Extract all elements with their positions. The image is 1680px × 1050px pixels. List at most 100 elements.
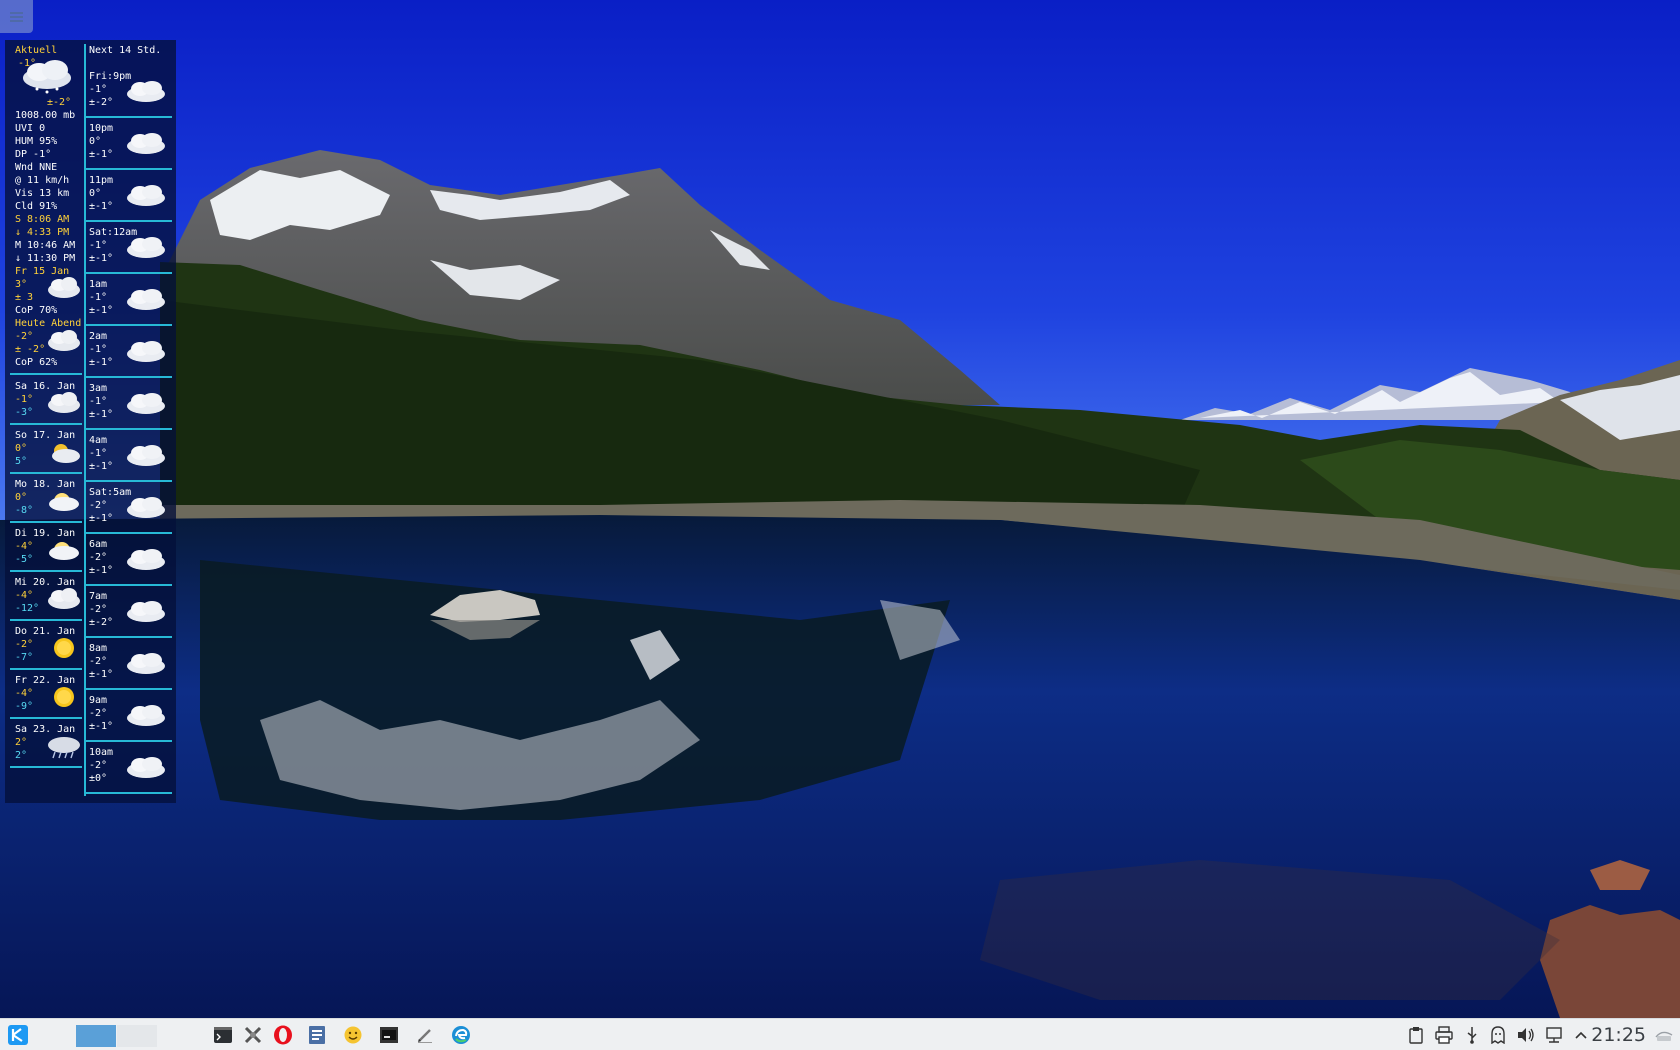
hour-temp: -1° [89, 344, 108, 355]
sun-icon [54, 687, 74, 707]
ghost-tray-item[interactable] [1486, 1019, 1510, 1050]
today-cop: CoP 70% [15, 305, 58, 316]
edge-browser-icon [452, 1026, 470, 1044]
cloud-cover: Cld 91% [15, 201, 58, 212]
cloud-snow-icon [23, 60, 71, 94]
day-high: -2° [15, 639, 34, 650]
usb-icon [1467, 1027, 1477, 1044]
desktop-toolbox-button[interactable] [0, 0, 33, 33]
show-desktop-icon [1655, 1031, 1673, 1041]
hour-temp: -2° [89, 500, 108, 511]
digital-clock[interactable]: 21:25 [1591, 1019, 1646, 1050]
cloud-icon [127, 185, 165, 206]
cloud-icon [127, 237, 165, 258]
day-low: -5° [15, 554, 34, 565]
hour-feels: ±-2° [89, 617, 114, 628]
application-launcher[interactable] [4, 1019, 32, 1050]
sun-icon [54, 638, 74, 658]
dew-point: DP -1° [15, 149, 52, 160]
kde-launcher-icon [8, 1025, 28, 1045]
divider [86, 740, 172, 742]
text-editor-icon [309, 1026, 325, 1044]
day-low: -12° [15, 603, 40, 614]
hour-feels: ±-1° [89, 201, 114, 212]
console-launcher[interactable] [376, 1019, 402, 1050]
day-low: -7° [15, 652, 34, 663]
divider [10, 423, 82, 425]
cloud-icon [127, 133, 165, 154]
usb-tray-item[interactable] [1460, 1019, 1484, 1050]
pencil-launcher[interactable] [412, 1019, 438, 1050]
day-low: -9° [15, 701, 34, 712]
day-high: 2° [15, 737, 28, 748]
day-low: 2° [15, 750, 28, 761]
day-high: -4° [15, 688, 34, 699]
sun-cloud-icon [49, 493, 79, 511]
hour-feels: ±0° [89, 773, 108, 784]
hour-temp: -2° [89, 760, 108, 771]
divider [86, 792, 172, 794]
hourly-header: Next 14 Std. [89, 45, 162, 56]
humidity: HUM 95% [15, 136, 58, 147]
pager-desktop-2[interactable] [117, 1025, 157, 1047]
virtual-desktop-pager[interactable] [35, 1019, 165, 1050]
printer-icon [1435, 1026, 1453, 1044]
hour-feels: ±-1° [89, 721, 114, 732]
divider [10, 570, 82, 572]
today-high: 3° [15, 279, 28, 290]
network-tray-item[interactable] [1542, 1019, 1566, 1050]
divider [10, 619, 82, 621]
volume-icon [1518, 1028, 1534, 1042]
tray-expand-icon [1575, 1031, 1587, 1039]
network-icon [1546, 1027, 1562, 1043]
hour-temp: -1° [89, 292, 108, 303]
hour-time: 4am [89, 435, 108, 446]
hour-feels: ±-1° [89, 461, 114, 472]
cloud-icon [127, 601, 165, 622]
smiley-launcher[interactable] [340, 1019, 366, 1050]
hour-time: 11pm [89, 175, 114, 186]
editor-launcher[interactable] [304, 1019, 330, 1050]
wind-direction: Wnd NNE [15, 162, 58, 173]
cloud-icon [127, 757, 165, 778]
volume-tray-item[interactable] [1514, 1019, 1538, 1050]
edge-launcher[interactable] [448, 1019, 474, 1050]
clipboard-icon [1409, 1027, 1423, 1044]
divider [86, 584, 172, 586]
terminal-launcher[interactable] [210, 1019, 236, 1050]
hour-temp: 0° [89, 188, 102, 199]
hour-temp: -1° [89, 84, 108, 95]
divider [10, 373, 82, 375]
clipboard-tray-item[interactable] [1404, 1019, 1428, 1050]
opera-launcher[interactable] [270, 1019, 296, 1050]
day-low: 5° [15, 456, 28, 467]
divider [86, 636, 172, 638]
settings-launcher[interactable] [240, 1019, 266, 1050]
divider [86, 168, 172, 170]
hour-feels: ±-1° [89, 253, 114, 264]
hour-feels: ±-1° [89, 513, 114, 524]
hour-time: 2am [89, 331, 108, 342]
divider [86, 480, 172, 482]
show-desktop-button[interactable] [1650, 1019, 1678, 1050]
divider [10, 472, 82, 474]
pencil-icon [418, 1029, 432, 1043]
sun-cloud-icon [49, 542, 79, 560]
weather-widget: Aktuell -1° ±-2° 1008.00 mb UVI 0 HUM 95… [5, 40, 176, 803]
cloud-icon [127, 705, 165, 726]
tray-expander[interactable] [1570, 1019, 1592, 1050]
divider [86, 688, 172, 690]
hour-temp: 0° [89, 136, 102, 147]
terminal-icon [214, 1027, 232, 1043]
day-high: 0° [15, 492, 28, 503]
divider [86, 116, 172, 118]
day-high: 0° [15, 443, 28, 454]
printer-tray-item[interactable] [1432, 1019, 1456, 1050]
divider [10, 521, 82, 523]
pager-desktop-1[interactable] [76, 1025, 116, 1047]
menu-icon [10, 15, 23, 18]
uv-index: UVI 0 [15, 123, 46, 134]
sunrise: S 8:06 AM [15, 214, 70, 225]
hour-time: 10pm [89, 123, 114, 134]
cloud-icon [48, 330, 80, 351]
